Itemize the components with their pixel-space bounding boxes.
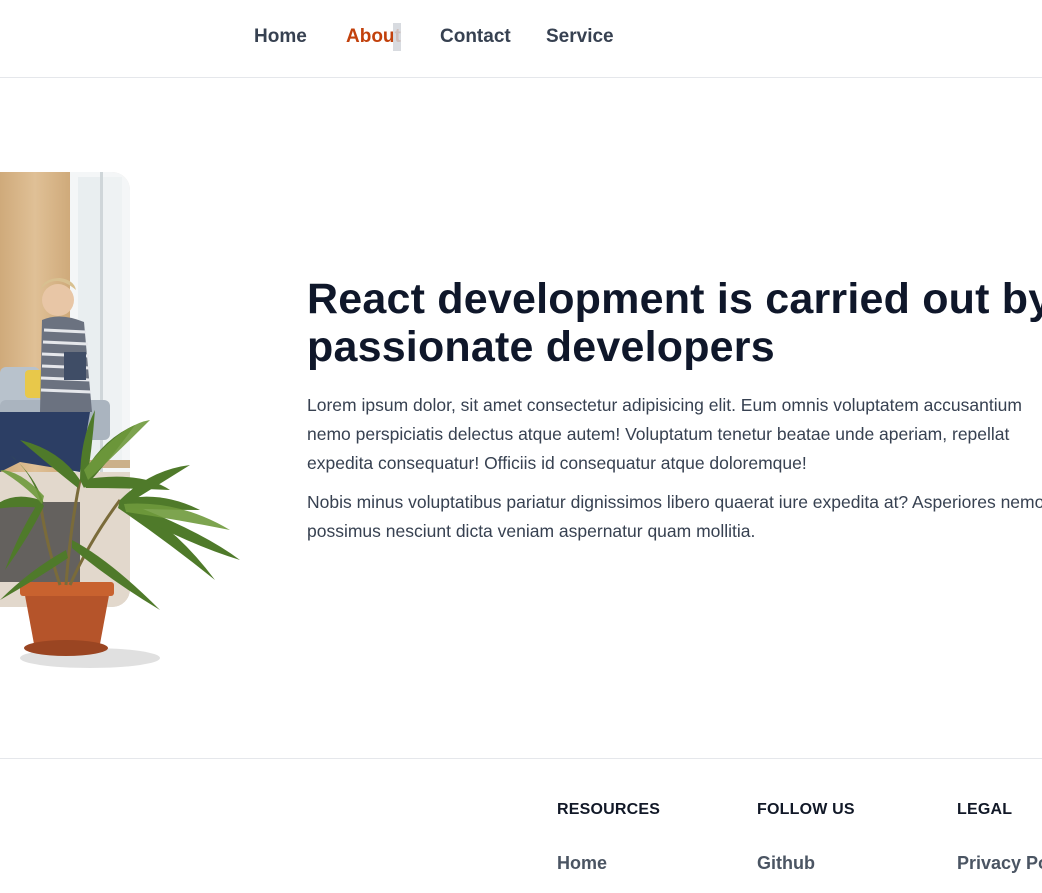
- footer-link-home[interactable]: Home: [557, 853, 660, 874]
- nav-link-home[interactable]: Home: [254, 26, 307, 48]
- hero-section: React development is carried out by pass…: [307, 275, 1042, 546]
- footer-column-resources: RESOURCES Home: [557, 801, 660, 874]
- potted-plant-illustration: [0, 410, 240, 668]
- nav-link-service[interactable]: Service: [546, 26, 614, 48]
- text-cursor: [393, 23, 401, 51]
- hero-paragraph-2: Nobis minus voluptatibus pariatur dignis…: [307, 492, 1042, 541]
- page: Home About Contact Service React develop…: [0, 0, 1042, 893]
- hero-image: [0, 170, 260, 670]
- hero-paragraph-1: Lorem ipsum dolor, sit amet consectetur …: [307, 395, 1022, 473]
- footer-link-github[interactable]: Github: [757, 853, 855, 874]
- footer-link-privacy-policy[interactable]: Privacy Po: [957, 853, 1042, 874]
- footer-column-follow-us: FOLLOW US Github: [757, 801, 855, 874]
- top-navbar: Home About Contact Service: [0, 0, 1042, 78]
- footer: RESOURCES Home FOLLOW US Github LEGAL Pr…: [0, 758, 1042, 893]
- hero-title: React development is carried out by pass…: [307, 275, 1042, 371]
- nav-link-contact[interactable]: Contact: [440, 26, 511, 48]
- footer-column-title: RESOURCES: [557, 801, 661, 818]
- footer-column-title: LEGAL: [957, 801, 1013, 818]
- footer-column-title: FOLLOW US: [757, 801, 855, 818]
- footer-column-legal: LEGAL Privacy Po: [957, 801, 1042, 874]
